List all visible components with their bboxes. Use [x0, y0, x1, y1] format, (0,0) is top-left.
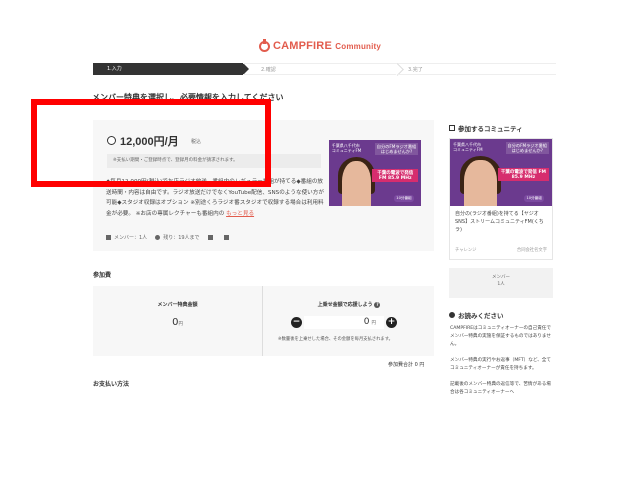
support-amount: 上乗せ金額で応援しよう ? − 0円 + ※数量後を上乗せした場合、その金額を毎… — [264, 286, 434, 356]
side-thumb-person — [464, 160, 497, 206]
support-amount-label-text: 上乗せ金額で応援しよう — [317, 302, 373, 308]
community-title-text: 参加するコミュニティ — [458, 125, 523, 133]
plan-thumbnail: 千葉県八千代市 コミュニティFM 自分のFMラジオ番組 はじめませんか? 千葉の… — [329, 140, 421, 206]
check-icon — [155, 235, 161, 240]
logo-brand: CAMPFIRE — [272, 40, 332, 52]
community-card[interactable]: 千葉県八千代市 コミュニティFM 自分のFMラジオ番組 はじめませんか? 千葉の… — [449, 138, 553, 260]
note-paragraph: CAMPFIREはコミュニティオーナーの自己責任でメンバー特典の実施を保証するも… — [450, 326, 551, 347]
member-stat: メンバー 1人 — [449, 268, 553, 298]
amount-box: メンバー特典金額 0円 上乗せ金額で応援しよう ? − 0円 + ※数量後を上乗… — [93, 286, 434, 356]
member-stat-value: 1人 — [497, 282, 505, 287]
mail-icon — [207, 235, 213, 240]
members-icon — [106, 235, 111, 240]
calendar-icon — [223, 235, 229, 240]
plus-button[interactable]: + — [386, 317, 397, 328]
info-icon — [449, 312, 455, 318]
flame-logo-icon — [258, 38, 270, 52]
support-amount-label: 上乗せ金額で応援しよう ? — [264, 301, 434, 308]
logo-sub: Community — [335, 42, 382, 51]
thumb-right-text: 自分のFMラジオ番組 はじめませんか? — [374, 143, 419, 156]
support-note: ※数量後を上乗せした場合、その金額を毎月支払されます。 — [278, 337, 393, 342]
member-amount-label: メンバー特典金額 — [157, 302, 198, 308]
side-thumb-banner: 千葉の電波で発信 FM 85.9 MHz — [497, 168, 549, 182]
thumb-left-text: 千葉県八千代市 コミュニティFM — [331, 143, 362, 154]
notes-title: お読みください — [449, 310, 504, 320]
support-amount-input[interactable]: 0円 — [304, 316, 384, 329]
campfire-logo[interactable]: CAMPFIRE Community — [0, 38, 640, 52]
read-more-link[interactable]: もっと見る — [226, 211, 254, 217]
note-paragraph: メンバー特典の実行やお返事（MFT）など、全てコミュニティオーナーが責任を持ちま… — [450, 358, 551, 371]
notes-text: CAMPFIREはコミュニティオーナーの自己責任でメンバー特典の実施を保証するも… — [450, 325, 554, 397]
support-amount-value: 0 — [363, 317, 370, 327]
highlight-box — [31, 99, 271, 187]
community-author: 合同会社名文字 — [516, 248, 547, 253]
checkbox-icon — [449, 125, 455, 131]
side-thumb-right-text: 自分のFMラジオ番組 はじめませんか? — [505, 142, 549, 155]
total-fee: 参加費合計 0 円 — [388, 362, 425, 368]
help-icon[interactable]: ? — [374, 302, 381, 308]
members-count: メンバー：1人 — [106, 234, 147, 241]
community-card-title[interactable]: 自分の(ラジオ番組)を持てる【ヤジオSNS】ストリームコミュニティFM(くちラ) — [455, 210, 547, 234]
community-title: 参加するコミュニティ — [449, 123, 523, 133]
step-input: 1.入力 — [93, 63, 249, 75]
member-amount-unit: 円 — [178, 322, 183, 327]
progress-steps: 1.入力 2.確認 3.完了 — [93, 63, 556, 75]
members-count-text: メンバー：1人 — [114, 235, 148, 241]
minus-button[interactable]: − — [291, 317, 302, 328]
limit-count-text: 残り：19人まで — [163, 235, 200, 241]
side-thumb-left-text: 千葉県八千代市 コミュニティFM — [453, 142, 483, 153]
plan-meta: メンバー：1人 残り：19人まで — [106, 234, 232, 241]
community-category: チャレンジ — [455, 248, 477, 253]
member-amount-value: 0円 — [93, 317, 262, 328]
community-thumbnail: 千葉県八千代市 コミュニティFM 自分のFMラジオ番組 はじめませんか? 千葉の… — [450, 139, 552, 206]
side-thumb-sub: 10分番組 — [524, 194, 544, 202]
payment-section-label: お支払い方法 — [93, 381, 130, 388]
notes-title-text: お読みください — [458, 312, 504, 320]
step-confirm: 2.確認 — [243, 63, 398, 75]
thumb-banner: 千葉の電波で発信 FM 85.9 MHz — [372, 169, 419, 183]
community-card-meta: チャレンジ 合同会社名文字 — [455, 247, 547, 253]
support-amount-unit: 円 — [371, 321, 377, 326]
support-stepper: − 0円 + — [291, 316, 397, 329]
limit-count: 残り：19人まで — [155, 234, 200, 241]
page: CAMPFIRE Community 1.入力 2.確認 3.完了 メンバー特典… — [0, 0, 640, 480]
member-stat-label: メンバー — [492, 275, 510, 280]
note-paragraph: 記載後のメンバー特典の返信等で、苦情がある場合は各コミュニティオーナーへ — [450, 382, 551, 395]
step-complete: 3.完了 — [398, 63, 556, 75]
thumb-sub: 10分番組 — [394, 195, 414, 203]
thumb-person — [341, 161, 372, 206]
member-amount: メンバー特典金額 0円 — [93, 286, 263, 356]
amount-section-label: 参加費 — [93, 272, 112, 279]
